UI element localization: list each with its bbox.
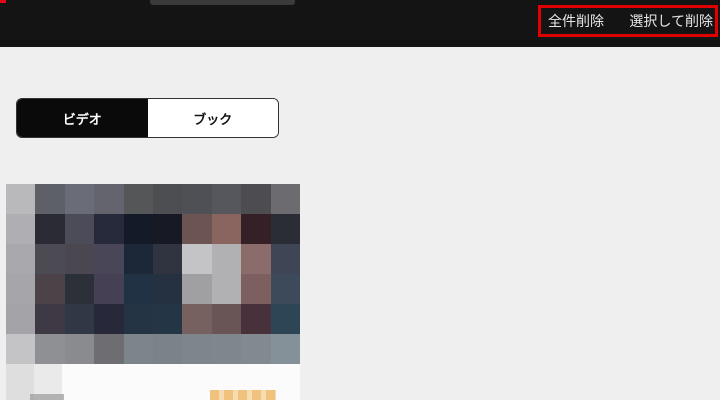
header-tab-indicator <box>150 0 295 5</box>
thumbnail-caption-area <box>6 364 300 400</box>
header-actions-highlight: 全件削除 選択して削除 <box>538 5 718 37</box>
cropped-title-text <box>30 394 64 400</box>
tab-book[interactable]: ブック <box>147 99 278 137</box>
video-thumbnail[interactable] <box>6 184 300 364</box>
top-header: 全件削除 選択して削除 <box>0 0 720 47</box>
rating-stars <box>210 390 276 400</box>
delete-selected-button[interactable]: 選択して削除 <box>629 11 713 31</box>
delete-all-button[interactable]: 全件削除 <box>548 11 604 31</box>
brand-accent-mark <box>0 0 6 3</box>
tab-video[interactable]: ビデオ <box>17 99 148 137</box>
content-type-toggle: ビデオ ブック <box>16 98 279 138</box>
